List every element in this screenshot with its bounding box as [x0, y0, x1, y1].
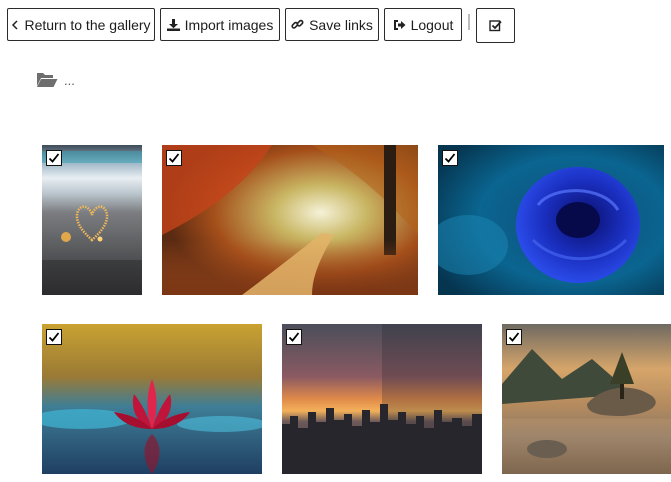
download-icon	[166, 18, 180, 31]
lake-island-photo	[502, 324, 671, 474]
image-checkbox[interactable]	[286, 329, 302, 345]
city-sunset-photo	[282, 324, 482, 474]
image-thumbnail-blue-rose[interactable]	[438, 145, 664, 295]
save-links-label: Save links	[309, 16, 373, 33]
checkmark-icon	[48, 332, 60, 342]
sign-out-icon	[393, 19, 406, 30]
logout-label: Logout	[410, 16, 454, 33]
import-images-label: Import images	[184, 16, 274, 33]
image-checkbox[interactable]	[442, 150, 458, 166]
link-icon	[291, 19, 304, 29]
return-to-gallery-button[interactable]: Return to the gallery	[7, 8, 155, 41]
image-checkbox[interactable]	[166, 150, 182, 166]
image-thumbnail-red-lotus[interactable]	[42, 324, 262, 474]
folder-open-icon[interactable]	[36, 71, 58, 88]
heart-photo	[42, 145, 142, 295]
import-images-button[interactable]: Import images	[160, 8, 280, 41]
image-thumbnail-heart[interactable]	[42, 145, 142, 295]
autumn-forest-photo	[162, 145, 418, 295]
breadcrumb: ...	[36, 71, 75, 88]
blue-rose-photo	[438, 145, 664, 295]
save-links-button[interactable]: Save links	[285, 8, 379, 41]
breadcrumb-path[interactable]: ...	[64, 73, 75, 88]
checkmark-icon	[444, 153, 456, 163]
check-square-icon	[489, 20, 502, 32]
checkmark-icon	[168, 153, 180, 163]
checkmark-icon	[48, 153, 60, 163]
return-to-gallery-label: Return to the gallery	[24, 16, 151, 33]
toolbar-separator	[468, 14, 470, 30]
checkmark-icon	[288, 332, 300, 342]
image-checkbox[interactable]	[506, 329, 522, 345]
red-lotus-photo	[42, 324, 262, 474]
image-thumbnail-lake-island[interactable]	[502, 324, 671, 474]
image-checkbox[interactable]	[46, 329, 62, 345]
chevron-left-icon	[12, 19, 18, 30]
select-all-button[interactable]	[476, 8, 515, 43]
image-thumbnail-autumn-forest[interactable]	[162, 145, 418, 295]
image-checkbox[interactable]	[46, 150, 62, 166]
checkmark-icon	[508, 332, 520, 342]
logout-button[interactable]: Logout	[384, 8, 462, 41]
image-thumbnail-city-sunset[interactable]	[282, 324, 482, 474]
